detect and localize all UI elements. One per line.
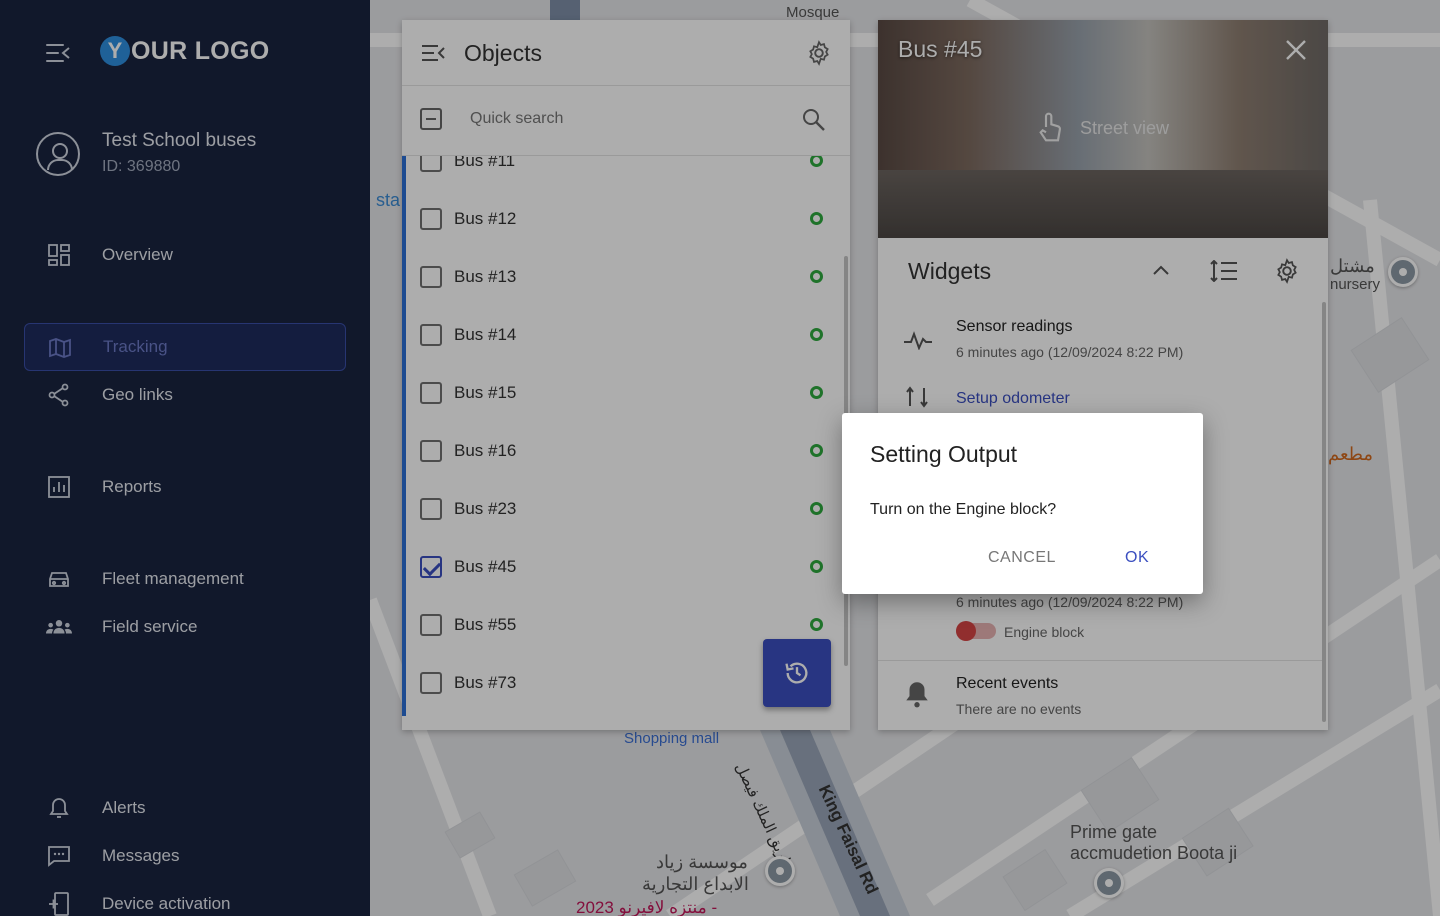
ok-button[interactable]: OK [1125,549,1149,567]
dialog-title: Setting Output [870,441,1018,467]
dialog-message: Turn on the Engine block? [870,501,1057,518]
cancel-button[interactable]: CANCEL [988,549,1056,567]
setting-output-dialog: Setting Output Turn on the Engine block?… [842,413,1203,594]
modal-backdrop[interactable] [0,0,1440,916]
